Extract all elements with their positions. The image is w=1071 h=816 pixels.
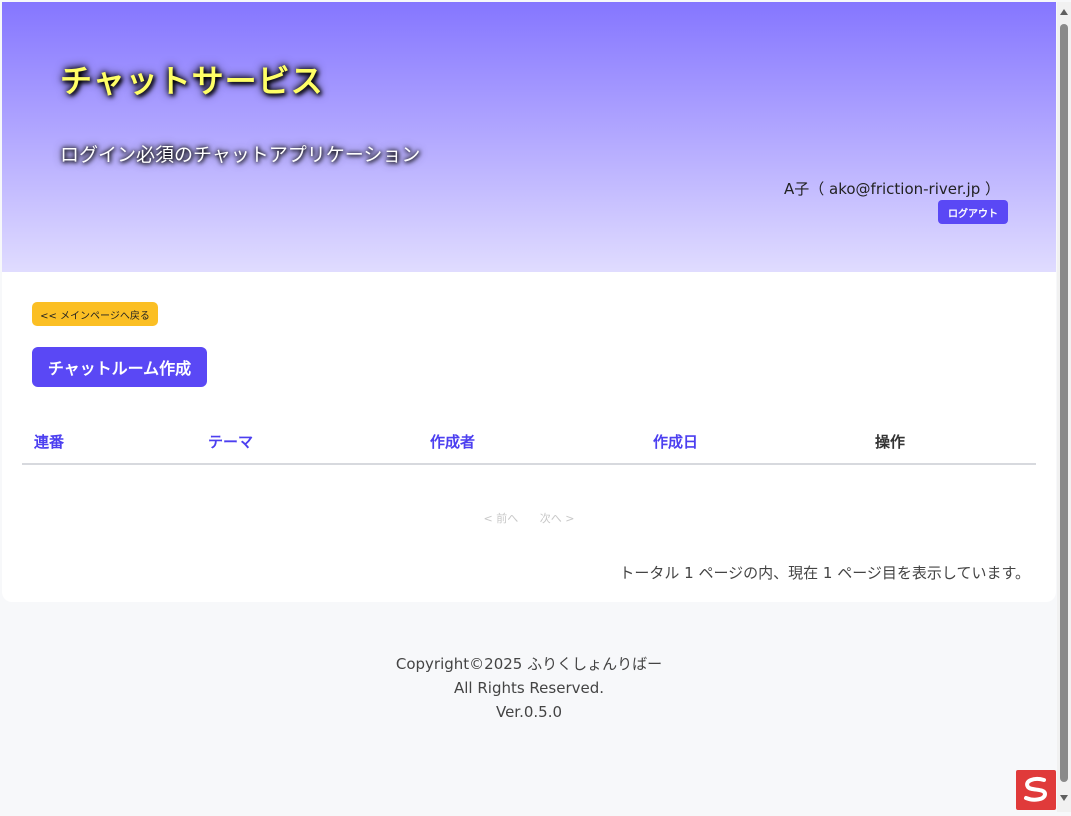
main-card: << メインページへ戻る チャットルーム作成 連番 テーマ 作成者 作成日 操作…	[2, 272, 1056, 602]
scrollbar-thumb[interactable]	[1060, 24, 1068, 782]
page-status-text: トータル 1 ページの内、現在 1 ページ目を表示しています。	[619, 564, 1030, 582]
column-header-actions: 操作	[875, 433, 906, 451]
footer-rights: All Rights Reserved.	[453, 679, 605, 697]
vertical-scrollbar[interactable]	[1057, 2, 1071, 812]
footer: Copyright©2025 ふりくしょんりばー All Rights Rese…	[2, 652, 1056, 724]
column-header-created-date[interactable]: 作成日	[653, 431, 698, 452]
app-subtitle: ログイン必須のチャットアプリケーション	[60, 144, 421, 166]
app-title: チャットサービス	[60, 62, 324, 100]
back-to-main-button[interactable]: << メインページへ戻る	[32, 302, 158, 326]
column-header-creator[interactable]: 作成者	[430, 431, 475, 452]
browser-viewport: チャットサービス ログイン必須のチャットアプリケーション A子（ ako@fri…	[0, 0, 1071, 816]
prev-page-link[interactable]: < 前へ	[484, 512, 519, 525]
footer-copyright: Copyright©2025 ふりくしょんりばー	[395, 655, 663, 673]
next-page-link[interactable]: 次へ >	[540, 512, 575, 525]
create-chatroom-button[interactable]: チャットルーム作成	[32, 347, 207, 387]
page: チャットサービス ログイン必須のチャットアプリケーション A子（ ako@fri…	[2, 2, 1056, 812]
table-header: 連番 テーマ 作成者 作成日 操作	[22, 427, 1036, 465]
logout-button[interactable]: ログアウト	[938, 200, 1008, 224]
footer-version: Ver.0.5.0	[495, 703, 563, 721]
column-header-theme[interactable]: テーマ	[208, 431, 253, 452]
user-info: A子（ ako@friction-river.jp ）	[783, 180, 1000, 198]
app-badge-icon[interactable]	[1016, 770, 1056, 810]
app-badge-glyph-icon	[1024, 776, 1048, 802]
pagination: < 前へ 次へ >	[2, 510, 1056, 526]
column-header-number[interactable]: 連番	[34, 431, 64, 452]
scroll-down-arrow-icon[interactable]	[1060, 795, 1068, 801]
header-banner: チャットサービス ログイン必須のチャットアプリケーション A子（ ako@fri…	[2, 2, 1056, 272]
scroll-up-arrow-icon[interactable]	[1060, 9, 1068, 15]
